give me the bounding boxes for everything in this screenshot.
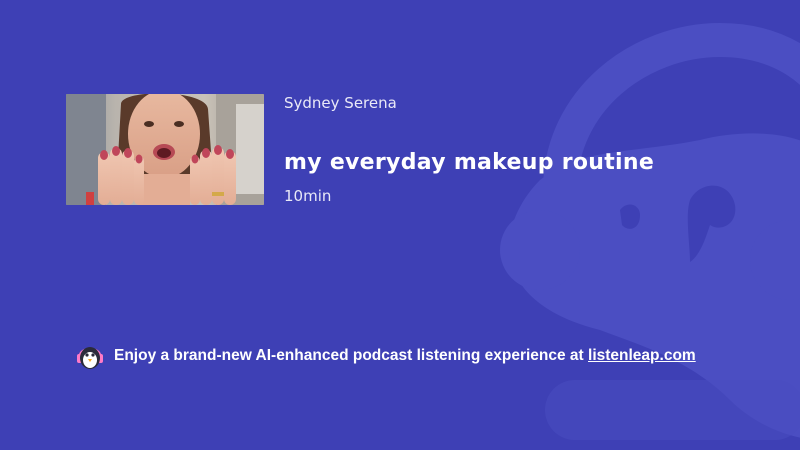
watermark-logo-icon	[500, 22, 800, 440]
episode-title: my everyday makeup routine	[284, 150, 655, 175]
episode-duration: 10min	[284, 187, 332, 205]
penguin-headphones-icon	[77, 347, 103, 369]
episode-author: Sydney Serena	[284, 94, 397, 112]
promo-banner: Enjoy a brand-new AI-enhanced podcast li…	[75, 342, 696, 370]
video-thumbnail-image	[66, 94, 264, 205]
listenleap-link[interactable]: listenleap.com	[588, 347, 696, 364]
episode-thumbnail[interactable]	[66, 94, 264, 205]
promo-text: Enjoy a brand-new AI-enhanced podcast li…	[114, 347, 584, 364]
